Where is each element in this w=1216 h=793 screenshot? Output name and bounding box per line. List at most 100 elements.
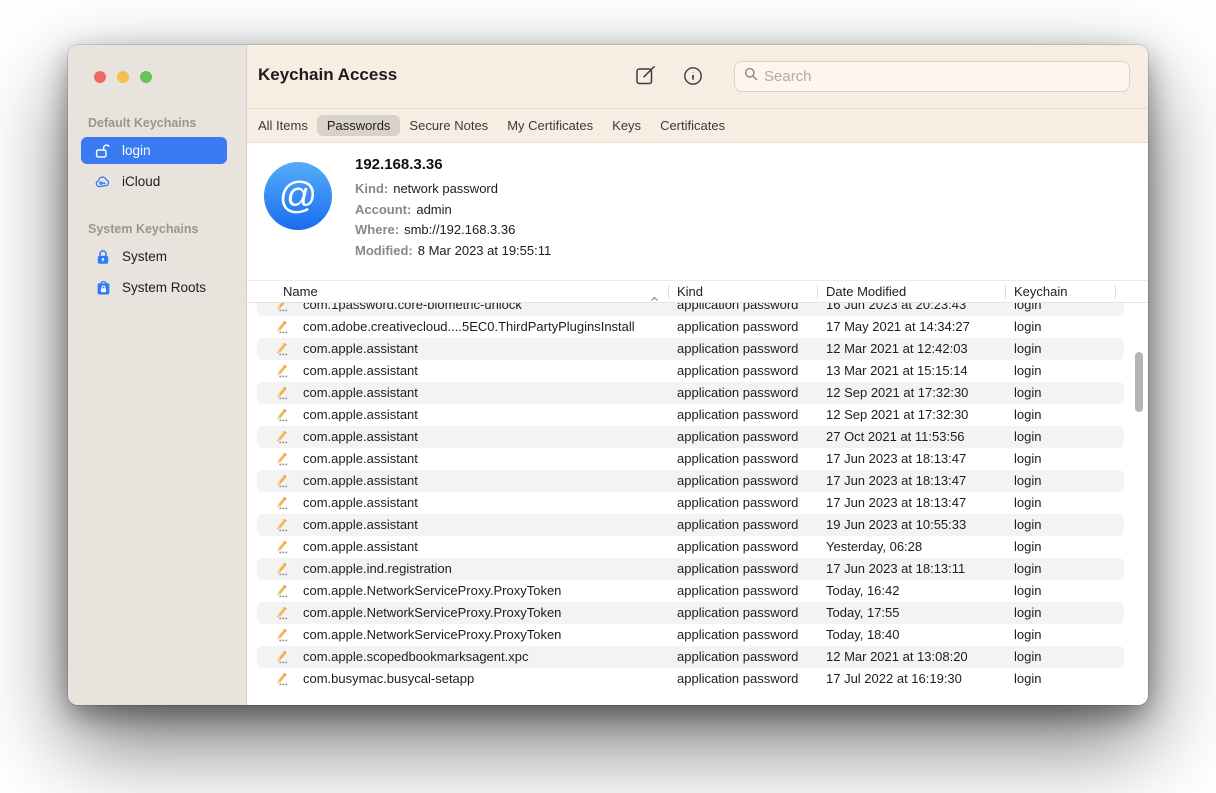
table-row[interactable]: com.apple.NetworkServiceProxy.ProxyToken… [247, 624, 1148, 646]
minimize-button[interactable] [117, 71, 129, 83]
cell-date-modified: Yesterday, 06:28 [826, 539, 922, 554]
cell-date-modified: 17 Jul 2022 at 16:19:30 [826, 671, 962, 686]
cell-keychain: login [1014, 517, 1041, 532]
detail-field-kind: Kind:network password [355, 179, 551, 200]
table-row[interactable]: com.apple.ind.registration application p… [247, 558, 1148, 580]
column-header-kind[interactable]: Kind [677, 284, 703, 299]
cell-date-modified: 12 Sep 2021 at 17:32:30 [826, 385, 968, 400]
tab-keys[interactable]: Keys [612, 118, 641, 133]
app-title: Keychain Access [258, 65, 397, 85]
toolbar: Keychain Access [247, 45, 1148, 108]
cell-date-modified: Today, 17:55 [826, 605, 899, 620]
desktop: Default Keychains login [0, 0, 1216, 793]
cell-name: com.apple.assistant [303, 407, 418, 422]
cell-kind: application password [677, 385, 798, 400]
application-password-pencil-icon [273, 517, 290, 536]
application-password-pencil-icon [273, 407, 290, 426]
sidebar-item-login[interactable]: login [81, 137, 227, 164]
table-row[interactable]: com.apple.assistant application password… [247, 426, 1148, 448]
cell-keychain: login [1014, 561, 1041, 576]
table-row[interactable]: com.apple.assistant application password… [247, 492, 1148, 514]
unlocked-padlock-icon [94, 143, 112, 159]
application-password-pencil-icon [273, 649, 290, 668]
table-row[interactable]: com.apple.assistant application password… [247, 404, 1148, 426]
sidebar-item-system-roots[interactable]: System Roots [81, 274, 227, 301]
close-button[interactable] [94, 71, 106, 83]
cell-name: com.apple.NetworkServiceProxy.ProxyToken [303, 605, 561, 620]
table-row[interactable]: com.apple.assistant application password… [247, 536, 1148, 558]
table-row[interactable]: com.apple.assistant application password… [247, 470, 1148, 492]
cell-keychain: login [1014, 385, 1041, 400]
cell-kind: application password [677, 319, 798, 334]
search-icon [744, 67, 758, 86]
tab-my-certificates[interactable]: My Certificates [507, 118, 593, 133]
search-input[interactable] [764, 68, 1129, 85]
column-header-name[interactable]: Name [283, 284, 318, 299]
cell-keychain: login [1014, 473, 1041, 488]
table-row[interactable]: com.apple.NetworkServiceProxy.ProxyToken… [247, 602, 1148, 624]
cloud-key-icon [94, 175, 112, 189]
table-row[interactable]: com.adobe.creativecloud....5EC0.ThirdPar… [247, 316, 1148, 338]
cell-kind: application password [677, 473, 798, 488]
sidebar-item-label: iCloud [122, 174, 160, 189]
column-header-keychain[interactable]: Keychain [1014, 284, 1067, 299]
new-item-button[interactable] [635, 65, 657, 90]
cell-date-modified: 17 Jun 2023 at 18:13:47 [826, 495, 966, 510]
application-password-pencil-icon [273, 385, 290, 404]
table-row[interactable]: com.apple.assistant application password… [247, 360, 1148, 382]
cell-date-modified: 16 Jun 2023 at 20:23:43 [826, 303, 966, 312]
cell-keychain: login [1014, 319, 1041, 334]
cell-name: com.1password.core-biometric-unlock [303, 303, 522, 312]
cell-date-modified: 17 Jun 2023 at 18:13:47 [826, 451, 966, 466]
cell-keychain: login [1014, 605, 1041, 620]
application-password-pencil-icon [273, 473, 290, 492]
main-content: Keychain Access [247, 45, 1148, 705]
cell-name: com.apple.ind.registration [303, 561, 452, 576]
table-header: Name Kind Date Modified Keychain [247, 280, 1148, 303]
table-row[interactable]: com.apple.assistant application password… [247, 338, 1148, 360]
column-divider[interactable] [668, 285, 669, 299]
cell-keychain: login [1014, 429, 1041, 444]
cell-keychain: login [1014, 495, 1041, 510]
item-detail-text: 192.168.3.36 Kind:network password Accou… [355, 156, 551, 261]
locked-padlock-icon [94, 249, 112, 265]
info-button[interactable] [682, 65, 704, 90]
table-row[interactable]: com.apple.NetworkServiceProxy.ProxyToken… [247, 580, 1148, 602]
column-divider[interactable] [1005, 285, 1006, 299]
vertical-scrollbar-thumb[interactable] [1135, 352, 1143, 412]
cell-name: com.apple.NetworkServiceProxy.ProxyToken [303, 583, 561, 598]
cell-kind: application password [677, 451, 798, 466]
table-row[interactable]: com.apple.assistant application password… [247, 514, 1148, 536]
sidebar-item-system[interactable]: System [81, 243, 227, 270]
sidebar-item-icloud[interactable]: iCloud [81, 168, 227, 195]
cell-keychain: login [1014, 539, 1041, 554]
cell-kind: application password [677, 539, 798, 554]
cell-name: com.apple.assistant [303, 341, 418, 356]
item-detail-pane: @ 192.168.3.36 Kind:network password Acc… [247, 143, 1148, 280]
cell-date-modified: 19 Jun 2023 at 10:55:33 [826, 517, 966, 532]
tab-passwords[interactable]: Passwords [317, 115, 401, 136]
category-tabs: All Items Passwords Secure Notes My Cert… [247, 108, 1148, 143]
table-row[interactable]: com.1password.core-biometric-unlock appl… [247, 303, 1148, 316]
cell-name: com.busymac.busycal-setapp [303, 671, 474, 686]
column-divider[interactable] [1115, 285, 1116, 299]
tab-certificates[interactable]: Certificates [660, 118, 725, 133]
tab-secure-notes[interactable]: Secure Notes [409, 118, 488, 133]
table-row[interactable]: com.busymac.busycal-setapp application p… [247, 668, 1148, 690]
column-divider[interactable] [817, 285, 818, 299]
cell-date-modified: 13 Mar 2021 at 15:15:14 [826, 363, 968, 378]
cell-name: com.apple.assistant [303, 517, 418, 532]
tab-all-items[interactable]: All Items [258, 118, 308, 133]
cell-date-modified: 27 Oct 2021 at 11:53:56 [826, 429, 965, 444]
cell-kind: application password [677, 407, 798, 422]
sidebar-item-label: System Roots [122, 280, 206, 295]
table-row[interactable]: com.apple.assistant application password… [247, 382, 1148, 404]
cell-date-modified: 12 Mar 2021 at 13:08:20 [826, 649, 968, 664]
column-header-date-modified[interactable]: Date Modified [826, 284, 906, 299]
table-row[interactable]: com.apple.scopedbookmarksagent.xpc appli… [247, 646, 1148, 668]
cell-kind: application password [677, 341, 798, 356]
cell-keychain: login [1014, 583, 1041, 598]
zoom-button[interactable] [140, 71, 152, 83]
table-row[interactable]: com.apple.assistant application password… [247, 448, 1148, 470]
cell-keychain: login [1014, 671, 1041, 686]
